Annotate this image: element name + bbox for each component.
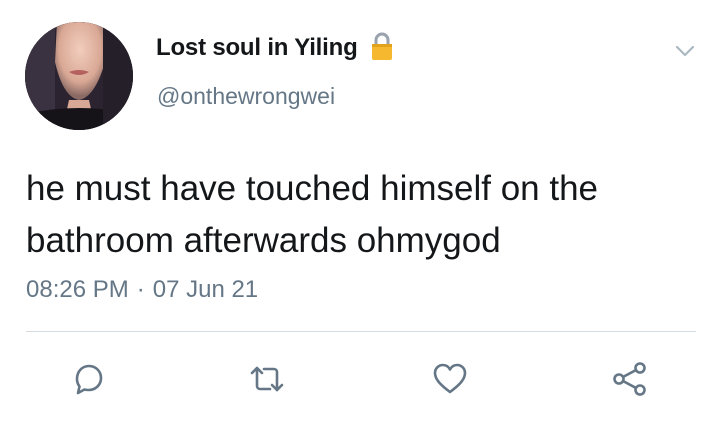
share-button[interactable] [608,357,652,401]
retweet-icon [250,366,284,392]
meta-separator: · [136,276,145,303]
heart-icon [433,363,467,394]
chevron-down-icon[interactable] [674,40,696,62]
display-name[interactable]: Lost soul in Yiling [156,34,358,62]
reply-icon [75,364,103,395]
retweet-button[interactable] [245,357,289,401]
avatar[interactable] [25,22,133,130]
tweet-date[interactable]: 07 Jun 21 [153,276,258,304]
lock-icon [366,30,398,62]
user-handle[interactable]: @onthewrongwei [157,83,335,110]
reply-button[interactable] [67,357,111,401]
divider [26,331,696,332]
share-icon [613,362,646,396]
avatar-image [25,22,133,130]
like-button[interactable] [428,357,472,401]
tweet-time[interactable]: 08:26 PM [26,276,129,304]
tweet-text: he must have touched himself on the bath… [26,169,599,260]
tweet-card: Lost soul in Yiling @onthewrongwei he mu… [0,0,720,439]
display-name-row: Lost soul in Yiling [156,32,398,62]
tweet-meta: 08:26 PM · 07 Jun 21 [26,276,258,304]
